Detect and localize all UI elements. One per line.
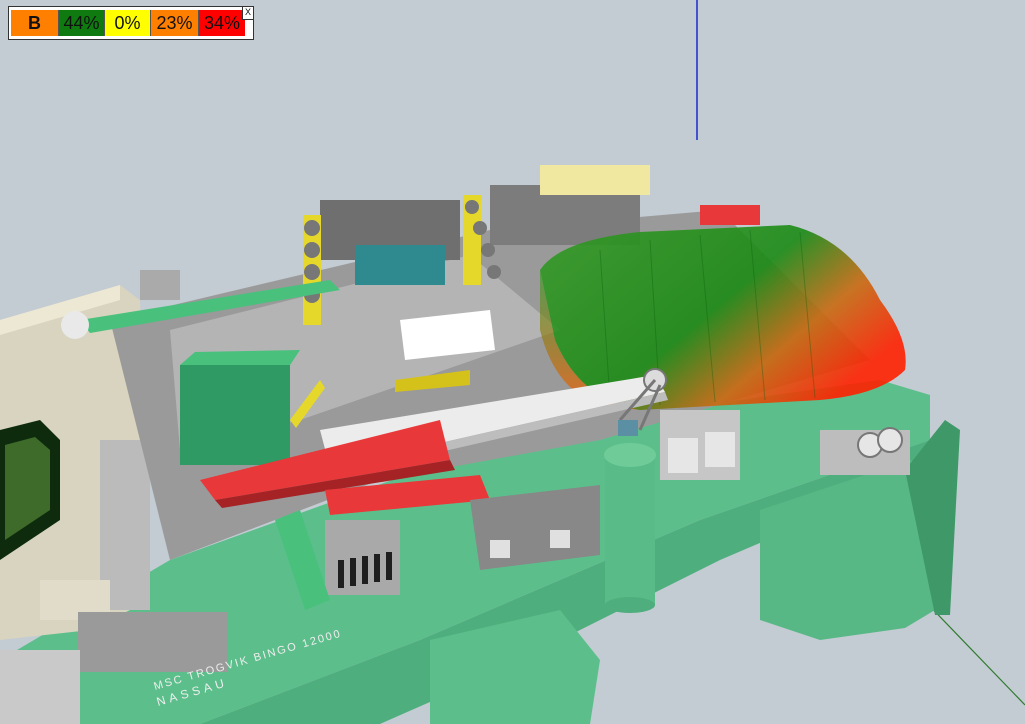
- legend-close-button[interactable]: X: [242, 6, 254, 20]
- cargo-status-legend: B 44% 0% 23% 34% X: [8, 6, 254, 40]
- vessel-3d-scene[interactable]: MSC TROGVIK BINGO 12000 NASSAU: [0, 0, 1025, 724]
- 3d-viewport[interactable]: MSC TROGVIK BINGO 12000 NASSAU B 44% 0% …: [0, 0, 1025, 724]
- legend-orange-value: 23%: [151, 10, 199, 36]
- legend-yellow-value: 0%: [105, 10, 151, 36]
- cargo-heatmap: [540, 225, 906, 410]
- legend-red-value: 34%: [199, 10, 245, 36]
- legend-green-value: 44%: [59, 10, 105, 36]
- legend-badge: B: [11, 10, 59, 36]
